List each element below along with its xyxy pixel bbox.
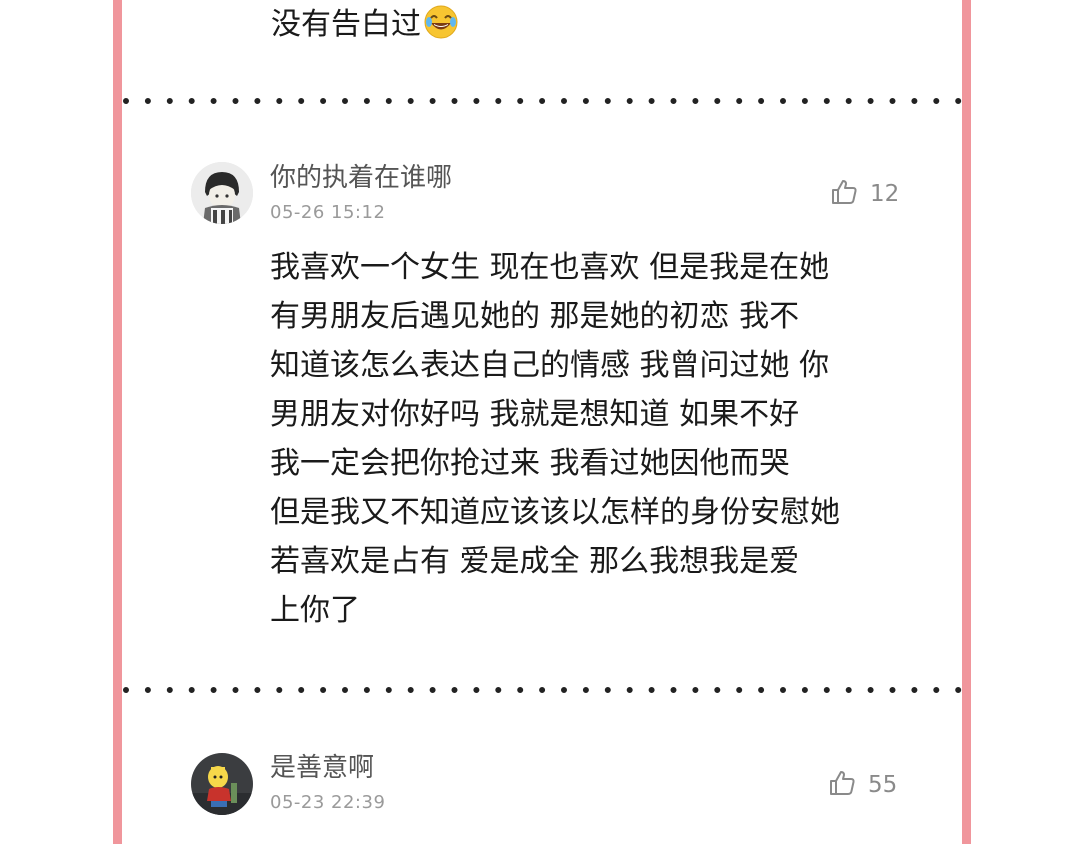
thumbs-up-icon [830,178,858,210]
comment-divider [122,97,962,105]
previous-comment-body: 没有告白过 [271,7,421,42]
like-count: 12 [870,181,900,207]
comment-body: 我喜欢一个女生 现在也喜欢 但是我是在她 有男朋友后遇见她的 那是她的初恋 我不… [270,250,840,628]
comment-timestamp: 05-26 15:12 [270,202,386,223]
comment-divider [122,686,962,694]
commenter-username[interactable]: 是善意啊 [270,751,374,785]
like-button[interactable]: 55 [828,768,897,802]
commenter-avatar[interactable] [191,753,253,815]
right-frame-border [962,0,971,844]
left-frame-border [113,0,122,844]
laughing-tears-emoji-icon [423,4,459,40]
comment-timestamp: 05-23 22:39 [270,792,386,813]
commenter-avatar[interactable] [191,162,253,224]
commenter-username[interactable]: 你的执着在谁哪 [270,161,452,195]
thumbs-up-icon [828,769,856,801]
previous-comment-text: 没有告白过 [271,4,459,46]
like-button[interactable]: 12 [830,177,899,211]
like-count: 55 [868,772,898,798]
comment-feed: 没有告白过 你的执着在谁哪 05-26 15:12 12 我喜欢一个女生 现在也… [0,0,1080,844]
